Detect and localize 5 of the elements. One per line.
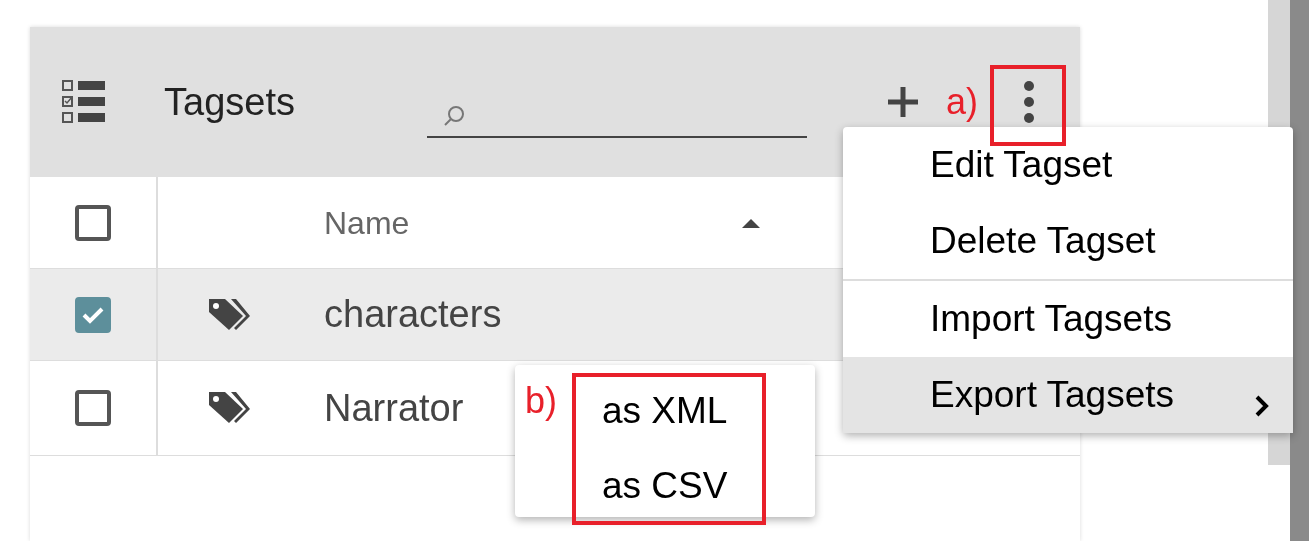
annotation-label: a) xyxy=(946,84,978,120)
panel-title: Tagsets xyxy=(164,79,295,125)
table-cell-text: Narrator xyxy=(324,385,464,431)
table-cell-text: characters xyxy=(324,292,502,337)
annotation-label: b) xyxy=(525,383,557,419)
